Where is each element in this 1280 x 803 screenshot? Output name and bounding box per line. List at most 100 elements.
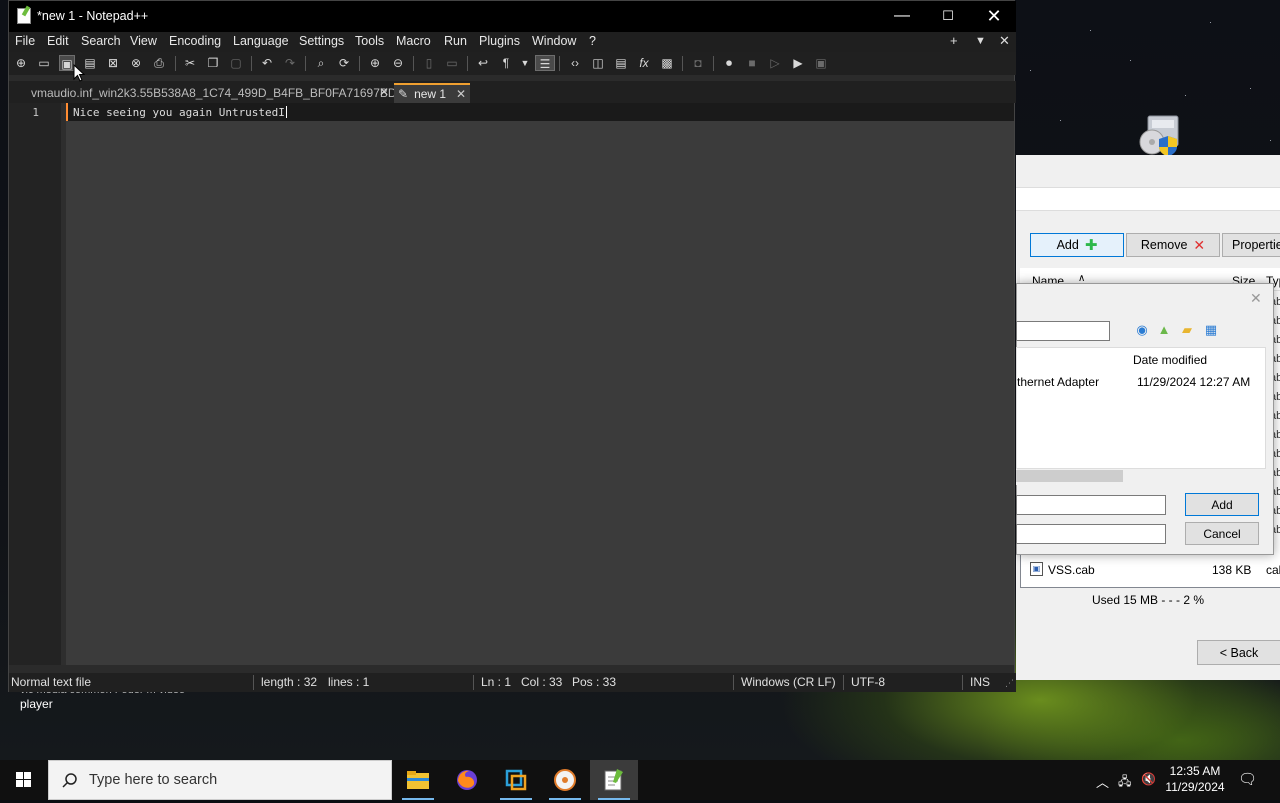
tab-vmaudio[interactable]: vmaudio.inf_win2k3.55B538A8_1C74_499D_B4… bbox=[11, 83, 397, 103]
show-hidden-icons-chevron-up-icon[interactable]: ︿ bbox=[1096, 772, 1109, 791]
status-position: Pos : 33 bbox=[572, 675, 617, 689]
function-list-icon[interactable]: fx bbox=[636, 55, 652, 71]
code-icon[interactable]: ‹› bbox=[567, 55, 583, 71]
volume-muted-icon[interactable]: 🔇 bbox=[1141, 772, 1156, 786]
print-icon[interactable]: ⎙ bbox=[151, 55, 167, 71]
minimize-button[interactable]: — bbox=[879, 1, 925, 32]
playback-macro-icon[interactable]: ▷ bbox=[767, 55, 783, 71]
taskbar-notepad-plus-plus[interactable] bbox=[590, 760, 638, 800]
close-icon[interactable]: ✕ bbox=[379, 85, 389, 99]
clock[interactable]: 12:35 AM 11/29/2024 bbox=[1162, 763, 1228, 795]
record-macro-icon[interactable]: ⏺ bbox=[721, 55, 737, 71]
taskbar-media-player[interactable] bbox=[541, 760, 589, 800]
tab-new-1[interactable]: ✎ new 1 ✕ bbox=[394, 83, 470, 103]
menu-window[interactable]: Window bbox=[532, 34, 576, 48]
dialog-item-name[interactable]: thernet Adapter bbox=[1017, 375, 1099, 389]
monitoring-icon[interactable]: ◘ bbox=[690, 55, 706, 71]
bg-remove-button[interactable]: Remove ✕ bbox=[1126, 233, 1220, 257]
windows-logo-icon bbox=[16, 772, 31, 787]
network-icon[interactable]: 🖧 bbox=[1118, 772, 1131, 793]
folder-as-workspace-icon[interactable]: ▩ bbox=[659, 55, 675, 71]
close-icon[interactable]: ✕ bbox=[456, 87, 466, 101]
background-app-path-bar bbox=[1016, 187, 1280, 211]
menu-macro[interactable]: Macro bbox=[396, 34, 431, 48]
copy-icon[interactable]: ❐ bbox=[205, 55, 221, 71]
menu-view[interactable]: View bbox=[130, 34, 157, 48]
resize-grip-icon[interactable]: ⋰ bbox=[1005, 678, 1014, 689]
run-macro-multiple-icon[interactable]: ▶ bbox=[790, 55, 806, 71]
list-item[interactable]: ▣ VSS.cab 138 KB cab bbox=[1024, 560, 1280, 580]
menu-settings[interactable]: Settings bbox=[299, 34, 344, 48]
status-eol[interactable]: Windows (CR LF) bbox=[741, 675, 836, 689]
close-all-icon[interactable]: ⊗ bbox=[128, 55, 144, 71]
cut-icon[interactable]: ✂ bbox=[182, 55, 198, 71]
back-globe-icon[interactable]: ◉ bbox=[1134, 322, 1150, 338]
new-file-icon[interactable]: ⊕ bbox=[13, 55, 29, 71]
clock-time: 12:35 AM bbox=[1169, 764, 1221, 778]
dropdown-arrow-icon[interactable]: ▼ bbox=[517, 55, 533, 71]
menu-encoding[interactable]: Encoding bbox=[169, 34, 221, 48]
title-bar[interactable]: *new 1 - Notepad++ — ☐ ✕ bbox=[9, 1, 1016, 32]
dialog-add-button[interactable]: Add bbox=[1185, 493, 1259, 516]
maximize-button[interactable]: ☐ bbox=[925, 1, 971, 32]
menu-plugins[interactable]: Plugins bbox=[479, 34, 520, 48]
close-button[interactable]: ✕ bbox=[971, 1, 1017, 32]
paste-icon[interactable]: ▢ bbox=[228, 55, 244, 71]
show-all-chars-icon[interactable]: ¶ bbox=[498, 55, 514, 71]
dialog-filetype-field[interactable] bbox=[1016, 524, 1166, 544]
view-menu-icon[interactable]: ▦ bbox=[1203, 322, 1219, 338]
editor-text[interactable]: Nice seeing you again UntrustedI bbox=[73, 106, 287, 119]
fold-margin[interactable] bbox=[61, 103, 66, 665]
find-icon[interactable]: ⌕ bbox=[313, 55, 329, 71]
column-header-date[interactable]: Date modified bbox=[1133, 353, 1207, 367]
up-folder-icon[interactable]: ▲ bbox=[1156, 322, 1172, 338]
bg-properties-button[interactable]: Propertie bbox=[1222, 233, 1280, 257]
stop-recording-icon[interactable]: ■ bbox=[744, 55, 760, 71]
sync-vertical-icon[interactable]: ▯ bbox=[421, 55, 437, 71]
editor-area[interactable]: 1 Nice seeing you again UntrustedI bbox=[9, 103, 1014, 665]
close-file-icon[interactable]: ⊠ bbox=[105, 55, 121, 71]
zoom-out-icon[interactable]: ⊖ bbox=[390, 55, 406, 71]
dialog-path-input[interactable] bbox=[1016, 321, 1110, 341]
dialog-file-list[interactable]: Date modified thernet Adapter 11/29/2024… bbox=[1016, 347, 1266, 469]
zoom-in-icon[interactable]: ⊕ bbox=[367, 55, 383, 71]
document-map-icon[interactable]: ◫ bbox=[590, 55, 606, 71]
menu-help[interactable]: ? bbox=[589, 34, 596, 48]
back-button[interactable]: < Back bbox=[1197, 640, 1280, 665]
status-insert-mode[interactable]: INS bbox=[970, 675, 990, 689]
dialog-cancel-button[interactable]: Cancel bbox=[1185, 522, 1259, 545]
bg-add-button[interactable]: Add ✚ bbox=[1030, 233, 1124, 257]
dialog-filename-field[interactable] bbox=[1016, 495, 1166, 515]
new-folder-icon[interactable]: ▰ bbox=[1179, 322, 1195, 338]
desktop-icon-label-player[interactable]: player bbox=[20, 697, 53, 711]
word-wrap-icon[interactable]: ↩ bbox=[475, 55, 491, 71]
menu-run[interactable]: Run bbox=[444, 34, 467, 48]
document-list-icon[interactable]: ▤ bbox=[613, 55, 629, 71]
replace-icon[interactable]: ⟳ bbox=[336, 55, 352, 71]
plus-icon: ✚ bbox=[1084, 237, 1098, 254]
star bbox=[1185, 95, 1186, 96]
taskbar-firefox[interactable] bbox=[443, 760, 491, 800]
save-macro-icon[interactable]: ▣ bbox=[813, 55, 829, 71]
open-file-icon[interactable]: ▭ bbox=[36, 55, 52, 71]
close-tab-icon[interactable]: ✕ bbox=[999, 33, 1010, 49]
taskbar-vmware[interactable] bbox=[492, 760, 540, 800]
menu-file[interactable]: File bbox=[15, 34, 35, 48]
scrollbar-thumb[interactable] bbox=[1016, 470, 1123, 482]
indent-guide-icon[interactable]: ☰ bbox=[535, 55, 555, 71]
menu-edit[interactable]: Edit bbox=[47, 34, 69, 48]
sync-horizontal-icon[interactable]: ▭ bbox=[444, 55, 460, 71]
notification-center-icon[interactable]: 🗨 bbox=[1238, 770, 1257, 788]
undo-icon[interactable]: ↶ bbox=[259, 55, 275, 71]
tab-list-icon[interactable]: ▼ bbox=[975, 35, 986, 47]
start-button[interactable] bbox=[0, 760, 48, 800]
dialog-close-icon[interactable]: ✕ bbox=[1250, 290, 1262, 307]
taskbar-search-box[interactable]: Type here to search bbox=[48, 760, 392, 800]
menu-tools[interactable]: Tools bbox=[355, 34, 384, 48]
status-encoding[interactable]: UTF-8 bbox=[851, 675, 885, 689]
menu-language[interactable]: Language bbox=[233, 34, 289, 48]
redo-icon[interactable]: ↷ bbox=[282, 55, 298, 71]
menu-search[interactable]: Search bbox=[81, 34, 121, 48]
add-tab-icon[interactable]: + bbox=[950, 33, 958, 48]
taskbar-file-explorer[interactable] bbox=[394, 760, 442, 800]
